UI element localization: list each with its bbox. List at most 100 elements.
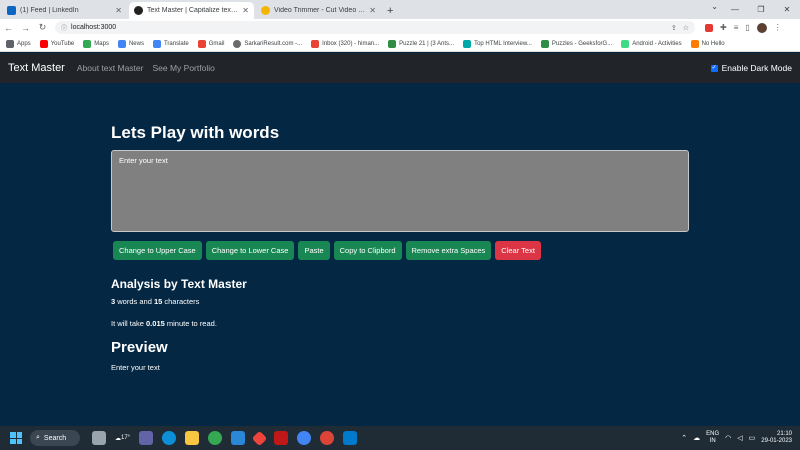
video-trimmer-icon: [261, 6, 270, 15]
edge-icon[interactable]: [162, 431, 177, 445]
brand-link[interactable]: Text Master: [8, 62, 65, 74]
reload-icon[interactable]: ↻: [34, 22, 51, 33]
wifi-icon[interactable]: ◠: [725, 434, 731, 442]
menu-icon[interactable]: ⋮: [774, 23, 782, 32]
bookmark-puzzles-gfg[interactable]: Puzzles - GeeksforG...: [540, 39, 612, 48]
maps-icon: [83, 39, 92, 48]
bookmark-apps[interactable]: Apps: [6, 39, 31, 48]
dark-mode-toggle[interactable]: ✓ Enable Dark Mode: [710, 63, 792, 73]
chrome-icon[interactable]: [208, 431, 223, 445]
reading-list-icon[interactable]: ≡: [734, 23, 739, 32]
upper-case-button[interactable]: Change to Upper Case: [113, 241, 202, 260]
bookmark-inbox[interactable]: Inbox (320) - himan...: [311, 39, 380, 48]
bookmark-label: No Hello: [701, 40, 725, 47]
read-time: It will take 0.015 minute to read.: [111, 319, 217, 328]
chrome-profile-icon[interactable]: [297, 431, 312, 445]
news-icon: [117, 39, 126, 48]
teams-icon[interactable]: [139, 431, 154, 445]
paste-button[interactable]: Paste: [298, 241, 330, 260]
store-icon[interactable]: [231, 431, 246, 445]
extensions-area: ✚ ≡ ▯ ⋮: [705, 22, 782, 33]
nav-link-portfolio[interactable]: See My Portfolio: [152, 63, 214, 73]
language-region: IN: [709, 438, 716, 444]
forward-icon[interactable]: →: [17, 23, 34, 33]
share-icon[interactable]: ⇪: [671, 24, 677, 32]
chrome-alt-icon[interactable]: [320, 431, 335, 445]
close-window-icon[interactable]: ✕: [774, 0, 800, 19]
new-tab-button[interactable]: +: [387, 2, 393, 19]
anydesk-icon[interactable]: [251, 430, 268, 446]
bookmark-label: Gmail: [208, 40, 225, 47]
browser-tab-text-master[interactable]: Text Master | Capitalize text | Re ✕: [129, 2, 254, 19]
bookmark-youtube[interactable]: YouTube: [39, 39, 75, 48]
side-panel-icon[interactable]: ▯: [745, 23, 749, 32]
address-bar: ← → ↻ ⓘ localhost:3000 ⇪ ☆ ✚ ≡ ▯ ⋮: [0, 19, 800, 36]
globe-icon: [233, 39, 242, 48]
tab-label: (1) Feed | LinkedIn: [20, 7, 79, 14]
mcafee-icon[interactable]: [274, 431, 289, 445]
gmail-icon: [311, 39, 320, 48]
read-prefix: It will take: [111, 319, 147, 328]
puzzle-icon[interactable]: ✚: [720, 23, 727, 32]
bookmark-label: YouTube: [50, 40, 75, 47]
bookmark-html-interview[interactable]: Top HTML Interview...: [463, 39, 532, 48]
taskbar-search[interactable]: ⌕ Search: [30, 430, 80, 446]
close-icon[interactable]: ✕: [115, 6, 122, 15]
remove-spaces-button[interactable]: Remove extra Spaces: [405, 241, 492, 260]
weather-widget[interactable]: ☁ 17°: [115, 435, 130, 442]
bookmark-star-icon[interactable]: ☆: [683, 24, 689, 32]
close-icon[interactable]: ✕: [242, 6, 249, 15]
vscode-icon[interactable]: [343, 431, 358, 445]
site-icon: [463, 39, 472, 48]
lower-case-button[interactable]: Change to Lower Case: [205, 241, 295, 260]
maximize-icon[interactable]: ❐: [748, 0, 774, 19]
bookmarks-bar: Apps YouTube Maps News Translate Gmail S…: [0, 36, 800, 52]
bookmark-label: SarkariResult.com -...: [244, 40, 303, 47]
clock-time: 21:10: [776, 431, 792, 437]
taskbar-apps: ☁ 17°: [92, 430, 358, 446]
textarea-placeholder: Enter your text: [119, 156, 168, 165]
clock[interactable]: 21:10 29-01-2023: [761, 431, 792, 445]
word-char-stats: 3 words and 15 characters: [111, 297, 199, 306]
file-explorer-icon[interactable]: [185, 431, 200, 445]
bookmark-news[interactable]: News: [117, 39, 144, 48]
extension-icon[interactable]: [705, 23, 713, 32]
bookmark-puzzle[interactable]: Puzzle 21 | (3 Ants...: [388, 39, 454, 48]
bookmark-android[interactable]: Android - Activities: [621, 39, 682, 48]
windows-start-icon[interactable]: [10, 432, 22, 444]
url-input[interactable]: ⓘ localhost:3000 ⇪ ☆: [55, 21, 695, 34]
info-icon[interactable]: ⓘ: [61, 23, 67, 32]
bookmark-translate[interactable]: Translate: [152, 39, 189, 48]
language-code: ENG: [706, 431, 720, 437]
back-icon[interactable]: ←: [0, 23, 17, 33]
minimize-icon[interactable]: —: [722, 0, 748, 19]
dark-mode-checkbox[interactable]: ✓: [710, 64, 718, 72]
bookmark-gmail[interactable]: Gmail: [197, 39, 225, 48]
tab-search-icon[interactable]: ⌄: [711, 2, 718, 11]
browser-tab-video-trimmer[interactable]: Video Trimmer - Cut Video Onli ✕: [256, 2, 381, 19]
bookmark-sarkari[interactable]: SarkariResult.com -...: [233, 39, 303, 48]
stats-text: words and: [115, 297, 154, 306]
chevron-up-icon[interactable]: ⌃: [681, 434, 687, 442]
read-time-value: 0.015: [146, 319, 165, 328]
profile-avatar[interactable]: [756, 22, 767, 33]
onedrive-icon[interactable]: ☁: [693, 434, 700, 442]
battery-icon[interactable]: ▭: [749, 434, 756, 442]
task-view-icon[interactable]: [92, 431, 106, 445]
copy-button[interactable]: Copy to Clipbord: [333, 241, 402, 260]
bookmark-no-hello[interactable]: No Hello: [690, 39, 725, 48]
close-icon[interactable]: ✕: [369, 6, 376, 15]
bookmark-label: Maps: [94, 40, 109, 47]
tab-label: Video Trimmer - Cut Video Onli: [274, 7, 367, 14]
read-suffix: minute to read.: [164, 319, 217, 328]
browser-tab-linkedin[interactable]: (1) Feed | LinkedIn ✕: [2, 2, 127, 19]
bookmark-maps[interactable]: Maps: [83, 39, 109, 48]
bookmark-label: Inbox (320) - himan...: [322, 40, 380, 47]
nav-link-about[interactable]: About text Master: [77, 63, 144, 73]
no-hello-icon: [690, 39, 699, 48]
language-indicator[interactable]: ENG IN: [706, 431, 719, 445]
bookmark-label: News: [128, 40, 144, 47]
volume-icon[interactable]: ◁: [737, 434, 742, 442]
clear-text-button[interactable]: Clear Text: [495, 241, 541, 260]
text-input[interactable]: Enter your text: [111, 150, 689, 232]
